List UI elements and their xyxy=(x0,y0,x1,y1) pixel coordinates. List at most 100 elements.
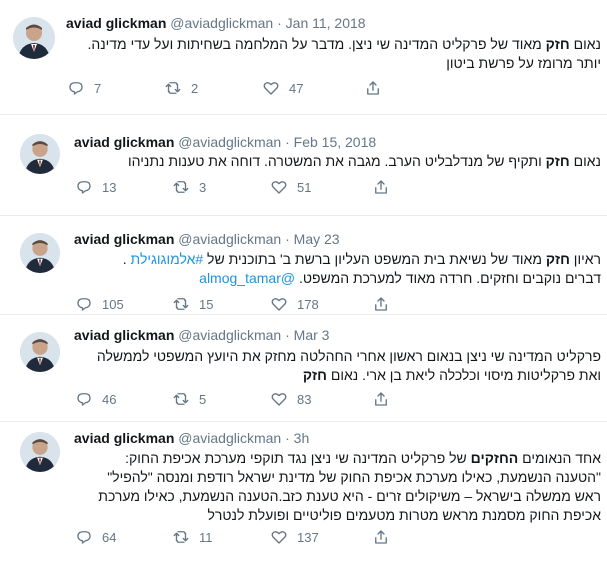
timestamp[interactable]: Mar 3 xyxy=(294,327,330,343)
tweet-header: aviad glickman @aviadglickman · Mar 3 xyxy=(74,326,329,344)
like-count: 51 xyxy=(297,179,312,195)
tweet-text: נאום חזק ותקיף של מנדלבליט הערב. מגבה את… xyxy=(128,152,601,171)
user-handle[interactable]: @aviadglickman xyxy=(178,231,281,247)
user-handle[interactable]: @aviadglickman xyxy=(178,430,281,446)
separator-dot: · xyxy=(285,327,290,343)
retweet-icon xyxy=(165,82,181,94)
reply-icon xyxy=(77,298,91,311)
share-icon xyxy=(375,530,387,544)
retweet-button[interactable]: 3 xyxy=(172,177,206,197)
display-name[interactable]: aviad glickman xyxy=(74,430,174,446)
tweet-text: ראיון חזק מאוד של נשיאת בית המשפט העליון… xyxy=(123,250,601,288)
avatar[interactable] xyxy=(20,134,60,174)
tweet-text: אחד הנאומים החזקים של פרקליט המדינה שי נ… xyxy=(98,449,601,525)
bold-keyword: החזקים xyxy=(470,450,519,466)
tweet[interactable]: aviad glickman @aviadglickman · Jan 11, … xyxy=(0,0,607,110)
like-button[interactable]: 47 xyxy=(262,78,303,98)
timestamp[interactable]: Jan 11, 2018 xyxy=(286,15,366,31)
tweet-header: aviad glickman @aviadglickman · 3h xyxy=(74,429,309,447)
timestamp[interactable]: 3h xyxy=(294,430,310,446)
like-button[interactable]: 137 xyxy=(270,527,319,547)
reply-count: 105 xyxy=(102,296,124,312)
share-button[interactable] xyxy=(364,78,382,98)
tweet[interactable]: aviad glickman @aviadglickman · May 23 ר… xyxy=(0,215,607,314)
reply-button[interactable]: 105 xyxy=(75,294,124,314)
avatar[interactable] xyxy=(20,332,60,372)
share-button[interactable] xyxy=(372,527,390,547)
share-button[interactable] xyxy=(372,294,390,314)
tweet-header: aviad glickman @aviadglickman · May 23 xyxy=(74,230,340,248)
reply-button[interactable]: 13 xyxy=(75,177,116,197)
heart-icon xyxy=(271,531,287,544)
separator-dot: · xyxy=(277,15,282,31)
display-name[interactable]: aviad glickman xyxy=(74,231,174,247)
retweet-icon xyxy=(173,393,189,405)
share-icon xyxy=(375,392,387,406)
tweet-text-line: ראיון חזק מאוד של נשיאת בית המשפט העליון… xyxy=(122,251,601,267)
bold-keyword: חזק xyxy=(302,367,327,383)
retweet-count: 2 xyxy=(191,80,199,96)
like-count: 178 xyxy=(297,296,319,312)
tweet[interactable]: aviad glickman @aviadglickman · Mar 3 פר… xyxy=(0,314,607,421)
reply-button[interactable]: 46 xyxy=(75,389,116,409)
display-name[interactable]: aviad glickman xyxy=(74,134,174,150)
heart-icon xyxy=(271,298,287,311)
reply-icon xyxy=(77,393,91,406)
retweet-count: 5 xyxy=(199,391,207,407)
hashtag-link[interactable]: #אלמוגוגילת xyxy=(131,251,204,267)
like-button[interactable]: 178 xyxy=(270,294,319,314)
retweet-count: 11 xyxy=(199,529,213,545)
heart-icon xyxy=(263,82,279,95)
tweet-text-line: אחד הנאומים החזקים של פרקליט המדינה שי נ… xyxy=(125,450,601,466)
retweet-icon xyxy=(173,531,189,543)
retweet-icon xyxy=(173,181,189,193)
share-button[interactable] xyxy=(372,389,390,409)
timestamp[interactable]: May 23 xyxy=(294,231,340,247)
tweet-text: פרקליט המדינה שי ניצן בנאום ראשון אחרי ה… xyxy=(97,347,601,385)
share-icon xyxy=(367,81,379,95)
user-handle[interactable]: @aviadglickman xyxy=(178,134,281,150)
tweet-text-line: יותר מרומז על פרשת ביטון xyxy=(446,55,601,71)
retweet-icon xyxy=(173,298,189,310)
reply-count: 7 xyxy=(94,80,102,96)
tweet-text-line: פרקליט המדינה שי ניצן בנאום ראשון אחרי ה… xyxy=(96,348,601,364)
avatar[interactable] xyxy=(20,233,60,273)
bold-keyword: חזק xyxy=(545,251,570,267)
mention-link[interactable]: @almog_tamar xyxy=(199,270,295,286)
share-icon xyxy=(375,297,387,311)
retweet-button[interactable]: 2 xyxy=(164,78,198,98)
like-count: 83 xyxy=(297,391,312,407)
like-button[interactable]: 51 xyxy=(270,177,311,197)
avatar[interactable] xyxy=(20,432,60,472)
tweet-text: נאום חזק מאוד של פרקליט המדינה שי ניצן. … xyxy=(87,35,601,73)
tweet-text-line: ואת פרקליטות מיסוי וכלכלה ליאת בן ארי. נ… xyxy=(302,367,601,383)
like-button[interactable]: 83 xyxy=(270,389,311,409)
separator-dot: · xyxy=(285,231,290,247)
reply-icon xyxy=(77,181,91,194)
reply-button[interactable]: 7 xyxy=(67,78,101,98)
like-count: 137 xyxy=(297,529,319,545)
share-icon xyxy=(375,180,387,194)
user-handle[interactable]: @aviadglickman xyxy=(170,15,273,31)
retweet-button[interactable]: 15 xyxy=(172,294,213,314)
reply-icon xyxy=(69,82,83,95)
reply-button[interactable]: 64 xyxy=(75,527,116,547)
user-handle[interactable]: @aviadglickman xyxy=(178,327,281,343)
tweet-header: aviad glickman @aviadglickman · Feb 15, … xyxy=(74,133,376,151)
share-button[interactable] xyxy=(372,177,390,197)
reply-count: 46 xyxy=(102,391,117,407)
avatar[interactable] xyxy=(13,17,55,59)
timestamp[interactable]: Feb 15, 2018 xyxy=(294,134,377,150)
retweet-button[interactable]: 11 xyxy=(172,527,213,547)
tweet-header: aviad glickman @aviadglickman · Jan 11, … xyxy=(66,14,366,32)
tweet[interactable]: aviad glickman @aviadglickman · 3h אחד ה… xyxy=(0,421,607,561)
heart-icon xyxy=(271,181,287,194)
tweet-text-line: דברים נוקבים וחזקים. חרדה מאוד למערכת המ… xyxy=(199,270,601,286)
tweet-text-line: "הטענה הנשמעת, כאילו מערכת אכיפת החוק של… xyxy=(107,469,601,485)
display-name[interactable]: aviad glickman xyxy=(66,15,166,31)
bold-keyword: חזק xyxy=(545,153,570,169)
retweet-button[interactable]: 5 xyxy=(172,389,206,409)
tweet[interactable]: aviad glickman @aviadglickman · Feb 15, … xyxy=(0,114,607,215)
display-name[interactable]: aviad glickman xyxy=(74,327,174,343)
retweet-count: 3 xyxy=(199,179,207,195)
